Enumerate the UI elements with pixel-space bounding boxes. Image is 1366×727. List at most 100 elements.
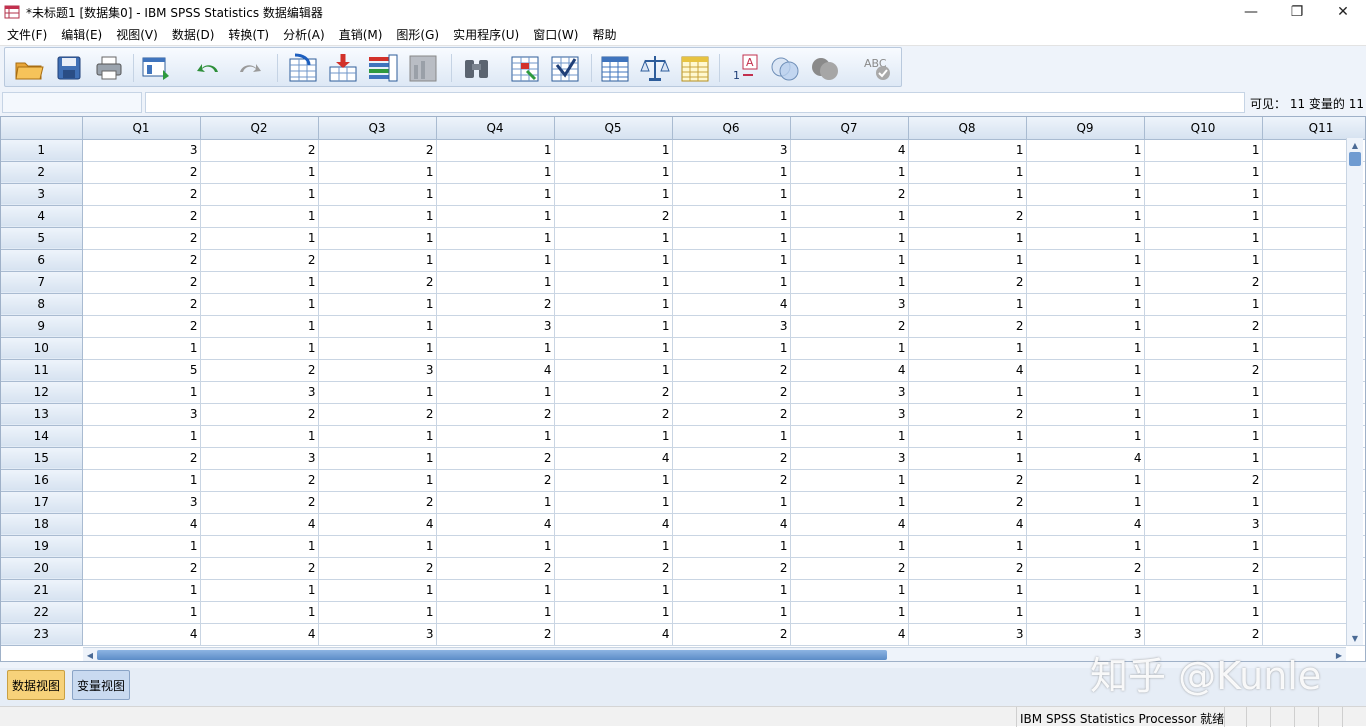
data-cell[interactable]: 2 <box>82 249 201 272</box>
data-cell[interactable]: 1 <box>554 139 673 162</box>
save-icon[interactable] <box>53 52 85 84</box>
goto-variable-icon[interactable] <box>327 52 359 84</box>
data-cell[interactable]: 1 <box>82 579 201 602</box>
data-cell[interactable]: 1 <box>318 293 437 316</box>
data-cell[interactable]: 1 <box>1026 381 1145 404</box>
data-cell[interactable]: 1 <box>1144 293 1263 316</box>
data-cell[interactable]: 2 <box>200 469 319 492</box>
row-header[interactable]: 15 <box>1 447 83 470</box>
value-labels-icon[interactable]: A1 <box>729 52 761 84</box>
data-cell[interactable]: 1 <box>554 535 673 558</box>
data-cell[interactable]: 1 <box>672 535 791 558</box>
close-button[interactable]: ✕ <box>1320 0 1366 24</box>
menu-item-3[interactable]: 数据(D) <box>169 25 218 45</box>
data-cell[interactable]: 1 <box>554 579 673 602</box>
data-cell[interactable]: 1 <box>908 381 1027 404</box>
data-cell[interactable]: 1 <box>790 161 909 184</box>
maximize-button[interactable]: ❐ <box>1274 0 1320 24</box>
data-cell[interactable]: 2 <box>1144 271 1263 294</box>
row-header[interactable]: 23 <box>1 623 83 646</box>
data-cell[interactable]: 2 <box>200 249 319 272</box>
row-header[interactable]: 10 <box>1 337 83 360</box>
insert-cases-icon[interactable] <box>509 52 541 84</box>
data-cell[interactable]: 3 <box>1144 513 1263 536</box>
data-cell[interactable]: 2 <box>82 227 201 250</box>
tab-variable-view[interactable]: 变量视图 <box>72 670 131 700</box>
data-cell[interactable]: 2 <box>908 469 1027 492</box>
menu-item-4[interactable]: 转换(T) <box>225 25 272 45</box>
data-cell[interactable]: 2 <box>200 557 319 580</box>
data-cell[interactable]: 1 <box>200 183 319 206</box>
data-cell[interactable]: 1 <box>1144 249 1263 272</box>
menu-item-7[interactable]: 图形(G) <box>393 25 442 45</box>
minimize-button[interactable]: — <box>1228 0 1274 24</box>
row-header[interactable]: 19 <box>1 535 83 558</box>
data-cell[interactable]: 1 <box>672 227 791 250</box>
data-cell[interactable]: 3 <box>318 359 437 382</box>
data-cell[interactable]: 4 <box>82 513 201 536</box>
data-cell[interactable]: 1 <box>1026 205 1145 228</box>
data-cell[interactable]: 2 <box>318 403 437 426</box>
data-cell[interactable]: 1 <box>790 535 909 558</box>
data-cell[interactable]: 1 <box>200 337 319 360</box>
data-cell[interactable]: 1 <box>200 161 319 184</box>
data-cell[interactable]: 4 <box>436 513 555 536</box>
use-sets-icon[interactable] <box>769 52 801 84</box>
column-header[interactable]: Q11 <box>1262 117 1365 140</box>
data-cell[interactable]: 2 <box>672 403 791 426</box>
row-header[interactable]: 14 <box>1 425 83 448</box>
data-cell[interactable]: 1 <box>436 601 555 624</box>
data-cell[interactable]: 1 <box>318 447 437 470</box>
data-cell[interactable]: 2 <box>790 557 909 580</box>
data-cell[interactable]: 1 <box>1144 447 1263 470</box>
data-cell[interactable]: 1 <box>82 469 201 492</box>
data-cell[interactable]: 1 <box>672 183 791 206</box>
row-header[interactable]: 1 <box>1 139 83 162</box>
data-cell[interactable]: 4 <box>436 359 555 382</box>
data-cell[interactable]: 1 <box>554 315 673 338</box>
data-cell[interactable]: 4 <box>672 293 791 316</box>
data-cell[interactable]: 1 <box>1026 469 1145 492</box>
data-cell[interactable]: 2 <box>318 271 437 294</box>
vertical-scroll-thumb[interactable] <box>1349 152 1361 166</box>
data-cell[interactable]: 1 <box>908 601 1027 624</box>
row-header[interactable]: 16 <box>1 469 83 492</box>
data-cell[interactable]: 1 <box>554 601 673 624</box>
data-cell[interactable]: 1 <box>1144 403 1263 426</box>
data-cell[interactable]: 1 <box>1144 535 1263 558</box>
data-cell[interactable]: 1 <box>672 249 791 272</box>
menu-item-0[interactable]: 文件(F) <box>4 25 50 45</box>
data-cell[interactable]: 1 <box>436 161 555 184</box>
data-cell[interactable]: 1 <box>200 535 319 558</box>
data-cell[interactable]: 2 <box>200 139 319 162</box>
data-cell[interactable]: 2 <box>436 469 555 492</box>
data-cell[interactable]: 1 <box>436 381 555 404</box>
data-cell[interactable]: 1 <box>318 205 437 228</box>
data-cell[interactable]: 1 <box>200 271 319 294</box>
data-cell[interactable]: 2 <box>1144 623 1263 646</box>
menu-item-1[interactable]: 编辑(E) <box>58 25 105 45</box>
data-cell[interactable]: 1 <box>790 205 909 228</box>
data-cell[interactable]: 1 <box>908 535 1027 558</box>
data-cell[interactable]: 1 <box>200 425 319 448</box>
data-cell[interactable]: 2 <box>554 381 673 404</box>
data-cell[interactable]: 2 <box>790 183 909 206</box>
data-cell[interactable]: 1 <box>790 227 909 250</box>
data-cell[interactable]: 1 <box>1026 403 1145 426</box>
row-header[interactable]: 6 <box>1 249 83 272</box>
row-header[interactable]: 18 <box>1 513 83 536</box>
row-header[interactable]: 3 <box>1 183 83 206</box>
weight-cases-icon[interactable] <box>639 52 671 84</box>
data-cell[interactable]: 1 <box>1026 337 1145 360</box>
data-cell[interactable]: 2 <box>1144 315 1263 338</box>
data-cell[interactable]: 2 <box>1144 557 1263 580</box>
data-cell[interactable]: 3 <box>672 315 791 338</box>
data-cell[interactable]: 1 <box>554 161 673 184</box>
vertical-scrollbar[interactable]: ▲ ▼ <box>1346 138 1363 645</box>
data-cell[interactable]: 1 <box>908 579 1027 602</box>
data-cell[interactable]: 4 <box>790 623 909 646</box>
data-cell[interactable]: 2 <box>436 447 555 470</box>
data-cell[interactable]: 1 <box>554 249 673 272</box>
cell-value-input[interactable] <box>145 92 1245 113</box>
data-cell[interactable]: 2 <box>82 447 201 470</box>
